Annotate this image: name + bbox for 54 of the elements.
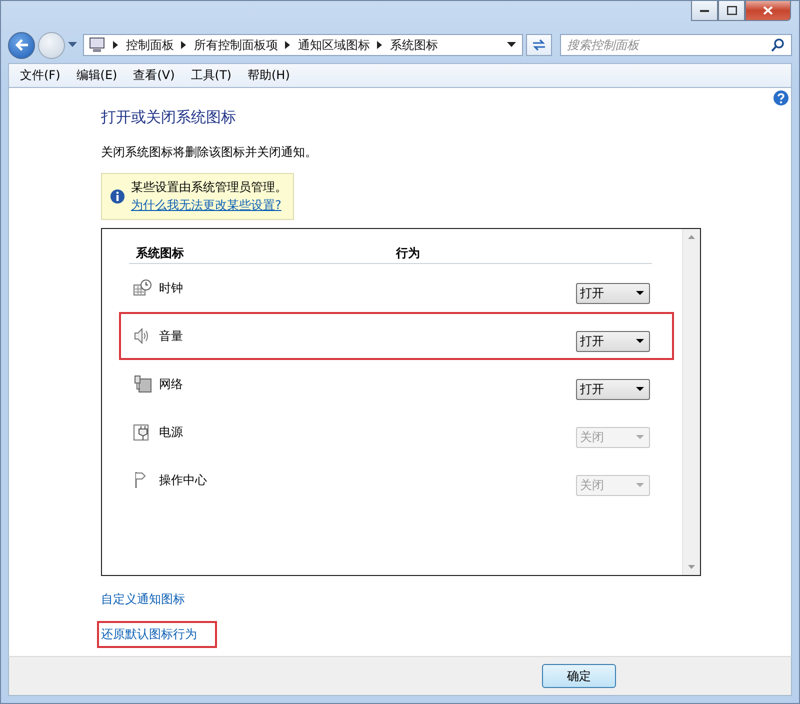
menu-item[interactable]: 编辑(E) <box>68 67 126 84</box>
info-icon <box>110 189 125 204</box>
page-heading: 打开或关闭系统图标 <box>101 108 237 127</box>
icon-name: 网络 <box>159 376 183 392</box>
icon-name: 操作中心 <box>159 472 207 488</box>
refresh-icon <box>531 38 547 52</box>
icon-name: 电源 <box>159 424 183 440</box>
computer-icon <box>88 37 106 53</box>
caret-icon <box>636 434 644 440</box>
minimize-icon <box>700 8 710 12</box>
icon-name: 音量 <box>159 328 183 344</box>
caret-icon <box>636 482 644 488</box>
column-header: 行为 <box>396 245 420 262</box>
maximize-button[interactable] <box>718 1 745 21</box>
chevron-icon <box>113 41 119 49</box>
clock-icon <box>133 279 153 297</box>
menu-item[interactable]: 文件(F) <box>12 67 68 84</box>
menu-item[interactable]: 工具(T) <box>182 67 240 84</box>
close-icon <box>763 6 773 15</box>
refresh-button[interactable] <box>526 34 552 56</box>
chevron-icon <box>181 41 187 49</box>
back-button[interactable] <box>8 32 35 58</box>
description-text: 关闭系统图标将删除该图标并关闭通知。 <box>101 144 318 161</box>
menu-item[interactable]: 帮助(H) <box>240 67 298 84</box>
close-button[interactable] <box>745 1 791 21</box>
breadcrumb[interactable]: 控制面板 <box>126 36 174 54</box>
search-field[interactable]: 搜索控制面板 <box>560 34 792 56</box>
menu-item[interactable]: 查看(V) <box>125 67 183 84</box>
breadcrumb[interactable]: 系统图标 <box>390 36 438 54</box>
back-arrow-icon <box>14 39 28 51</box>
info-text: 某些设置由系统管理员管理。 <box>131 179 287 196</box>
caret-icon <box>636 386 644 392</box>
minimize-button[interactable] <box>691 1 718 21</box>
link[interactable]: 还原默认图标行为 <box>97 621 217 648</box>
icon-name: 时钟 <box>159 280 183 296</box>
search-icon <box>771 38 785 52</box>
dropdown-icon[interactable] <box>507 42 516 48</box>
maximize-icon <box>726 6 736 15</box>
behavior-dropdown[interactable]: 打开 <box>576 330 650 352</box>
link[interactable]: 自定义通知图标 <box>97 588 189 611</box>
caret-icon <box>636 338 644 344</box>
address-bar[interactable]: 控制面板 所有控制面板项 通知区域图标 系统图标 <box>83 34 523 56</box>
chevron-icon <box>377 41 383 49</box>
help-icon[interactable] <box>773 90 789 106</box>
help-link[interactable]: 为什么我无法更改某些设置? <box>131 197 287 214</box>
behavior-dropdown[interactable]: 打开 <box>576 378 650 400</box>
ok-button[interactable]: 确定 <box>542 664 616 688</box>
behavior-dropdown[interactable]: 打开 <box>576 282 650 304</box>
column-header: 系统图标 <box>136 245 185 262</box>
breadcrumb[interactable]: 通知区域图标 <box>298 36 370 54</box>
caret-icon <box>636 290 644 296</box>
network-icon <box>133 375 153 393</box>
chevron-icon <box>285 41 291 49</box>
breadcrumb[interactable]: 所有控制面板项 <box>194 36 278 54</box>
